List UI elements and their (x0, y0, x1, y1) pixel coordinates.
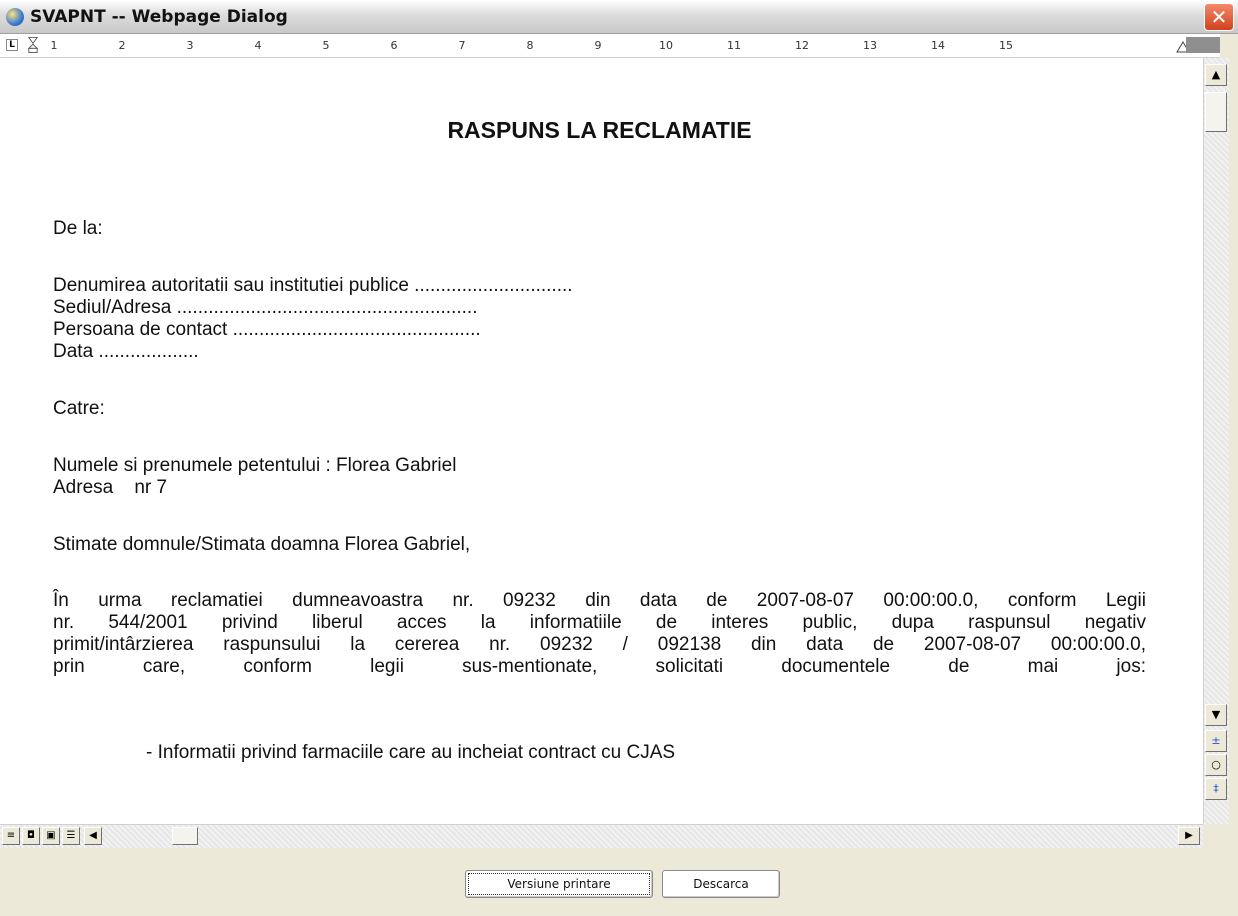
previous-page-button[interactable]: ± (1205, 730, 1227, 752)
vertical-scrollbar[interactable]: ▲ ▼ ± ○ ‡ (1203, 58, 1229, 824)
date-line: Data ................... (53, 341, 199, 362)
to-label: Catre: (53, 398, 105, 419)
body-line: În urma reclamatiei dumneavoastra nr. 09… (53, 590, 1146, 611)
ruler-mark: 4 (254, 39, 262, 52)
scroll-up-button[interactable]: ▲ (1205, 64, 1227, 86)
petitioner-name: Numele si prenumele petentului : Florea … (53, 455, 457, 476)
ruler-scale: 1 2 3 4 5 6 7 8 9 10 11 12 13 14 15 (24, 37, 1198, 53)
lines-icon: ≡ (6, 830, 16, 841)
circle-icon: ○ (1211, 758, 1221, 771)
next-page-button[interactable]: ‡ (1205, 778, 1227, 800)
print-version-button[interactable]: Versiune printare (465, 870, 653, 898)
window-title: SVAPNT -- Webpage Dialog (30, 7, 288, 27)
arrow-up-icon: ▲ (1211, 68, 1221, 81)
authority-line: Denumirea autoritatii sau institutiei pu… (53, 275, 573, 296)
address-line: Sediul/Adresa ..........................… (53, 297, 478, 318)
scroll-down-button[interactable]: ▼ (1205, 704, 1227, 726)
ruler-mark: 7 (458, 39, 466, 52)
requested-item: - Informatii privind farmaciile care au … (146, 742, 676, 763)
page-icon: ▣ (46, 830, 56, 841)
title-bar: SVAPNT -- Webpage Dialog ✕ (0, 0, 1238, 34)
ruler-mark: 10 (659, 39, 673, 52)
close-icon: ✕ (1210, 5, 1228, 29)
body-line: primit/intârzierea raspunsului la cerere… (53, 634, 1146, 655)
ruler-mark: 1 (50, 39, 58, 52)
body-line: prin care, conform legii sus-mentionate,… (53, 656, 1146, 677)
scroll-left-button[interactable]: ◀ (84, 827, 102, 845)
ruler-mark: 8 (526, 39, 534, 52)
ruler-mark: 3 (186, 39, 194, 52)
petitioner-address: Adresa nr 7 (53, 477, 168, 498)
ruler-mark: 11 (727, 39, 741, 52)
ie-icon (6, 8, 24, 26)
document-area: RASPUNS LA RECLAMATIE De la: Denumirea a… (0, 58, 1203, 824)
print-view-button[interactable]: ▣ (42, 827, 60, 845)
double-down-icon: ‡ (1213, 782, 1219, 795)
close-button[interactable]: ✕ (1204, 3, 1234, 31)
horizontal-scroll-thumb[interactable] (172, 827, 198, 845)
dialog-footer: Versiune printare Descarca (0, 848, 1238, 916)
from-label: De la: (53, 218, 103, 239)
body-line: nr. 544/2001 privind liberul acces la in… (53, 612, 1146, 633)
ruler-mark: 12 (795, 39, 809, 52)
outline-icon: ☰ (66, 830, 76, 841)
contact-line: Persoana de contact ....................… (53, 319, 481, 340)
salutation: Stimate domnule/Stimata doamna Florea Ga… (53, 534, 471, 555)
scroll-thumb[interactable] (1205, 92, 1227, 132)
ruler-mark: 13 (863, 39, 877, 52)
ruler-mark: 14 (931, 39, 945, 52)
arrow-left-icon: ◀ (89, 830, 97, 841)
download-button[interactable]: Descarca (662, 870, 780, 898)
arrow-down-icon: ▼ (1211, 708, 1221, 721)
double-up-icon: ± (1211, 734, 1221, 747)
ruler-mark: 15 (999, 39, 1013, 52)
outline-view-button[interactable]: ☰ (62, 827, 80, 845)
horizontal-scrollbar[interactable]: ≡ ◘ ▣ ☰ ◀ ▶ (0, 824, 1203, 848)
tab-selector[interactable]: L (6, 39, 18, 51)
document-title: RASPUNS LA RECLAMATIE (447, 117, 752, 143)
normal-view-button[interactable]: ≡ (2, 827, 20, 845)
ruler-margin (1186, 37, 1220, 53)
ruler-mark: 6 (390, 39, 398, 52)
web-layout-icon: ◘ (27, 830, 35, 841)
scroll-right-button[interactable]: ▶ (1178, 827, 1200, 845)
web-view-button[interactable]: ◘ (22, 827, 40, 845)
ruler: L 1 2 3 4 5 6 7 8 9 10 11 12 13 14 15 (0, 34, 1220, 58)
arrow-right-icon: ▶ (1185, 830, 1193, 841)
select-browse-object-button[interactable]: ○ (1205, 754, 1227, 776)
ruler-mark: 5 (322, 39, 330, 52)
indent-marker[interactable] (28, 36, 38, 54)
ruler-mark: 2 (118, 39, 126, 52)
ruler-mark: 9 (594, 39, 602, 52)
